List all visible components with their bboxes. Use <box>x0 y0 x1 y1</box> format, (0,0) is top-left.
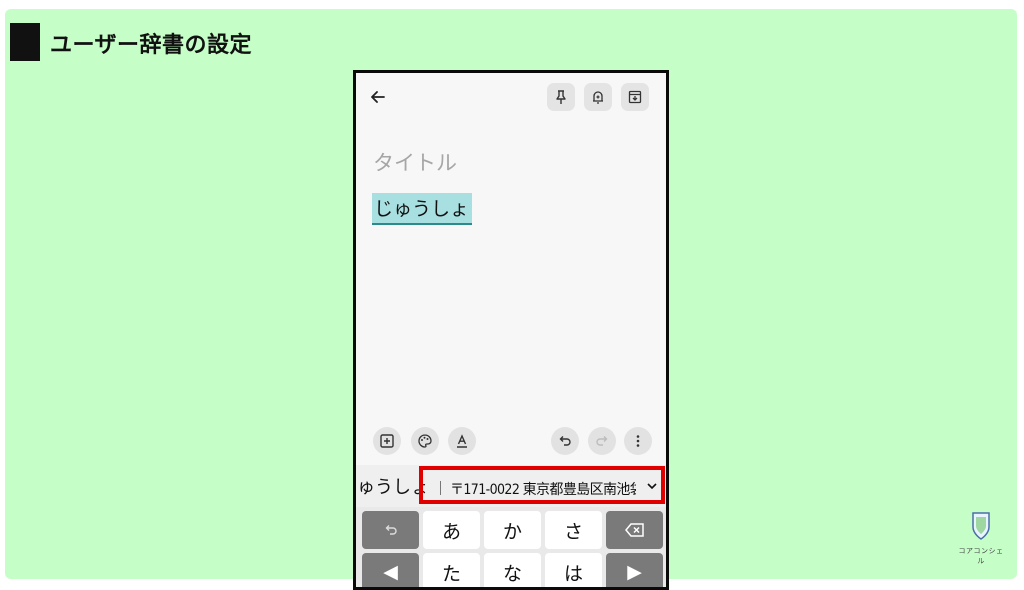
slide-title: ユーザー辞書の設定 <box>50 33 253 58</box>
key-sa[interactable]: さ <box>545 511 602 549</box>
keyboard-undo-key[interactable] <box>362 511 419 549</box>
backspace-key[interactable] <box>606 511 663 549</box>
highlighted-suggestion[interactable]: 〒171-0022 東京都豊島区南池袋1-21-5 1 <box>419 466 665 504</box>
more-button[interactable] <box>624 427 652 455</box>
add-button[interactable] <box>373 427 401 455</box>
chevron-down-icon[interactable] <box>645 476 659 496</box>
shield-logo-icon <box>972 512 990 540</box>
archive-button[interactable] <box>621 83 649 111</box>
undo-icon <box>559 436 571 446</box>
undo-icon <box>385 525 397 535</box>
phone-screen: タイトル じゅうしょ ゅうしょ 〒171-0022 東京都豊島区南池袋1-21-… <box>353 70 669 590</box>
text-format-icon <box>457 434 467 448</box>
archive-icon <box>628 90 642 104</box>
key-a[interactable]: あ <box>423 511 480 549</box>
add-box-icon <box>380 434 394 448</box>
bell-plus-icon <box>593 91 603 104</box>
cursor-left-key[interactable]: ◀ <box>362 553 419 587</box>
redo-button <box>588 427 616 455</box>
key-ha[interactable]: は <box>545 553 602 587</box>
redo-icon <box>596 436 608 446</box>
note-body-text[interactable]: じゅうしょ <box>372 193 473 225</box>
key-ta[interactable]: た <box>423 553 480 587</box>
text-format-button[interactable] <box>448 427 476 455</box>
key-na[interactable]: な <box>484 553 541 587</box>
brand-logo: コアコンシェル <box>957 510 1005 565</box>
undo-button[interactable] <box>551 427 579 455</box>
title-accent-bar <box>10 23 40 61</box>
reminder-button[interactable] <box>584 83 612 111</box>
arrow-left-icon[interactable] <box>368 87 388 107</box>
candidate-divider <box>440 481 441 495</box>
pin-icon <box>556 90 566 104</box>
key-ka[interactable]: か <box>484 511 541 549</box>
palette-button[interactable] <box>411 427 439 455</box>
note-title-placeholder[interactable]: タイトル <box>373 147 457 177</box>
address-suggestion[interactable]: 〒171-0022 東京都豊島区南池袋1-21-5 1 <box>450 479 636 499</box>
pin-button[interactable] <box>547 83 575 111</box>
ime-keyboard: あ か さ ◀ た な は ▶ <box>356 507 666 587</box>
backspace-icon <box>624 523 644 537</box>
cursor-right-key[interactable]: ▶ <box>606 553 663 587</box>
logo-text: コアコンシェル <box>958 547 1004 565</box>
more-vert-icon <box>636 435 640 447</box>
palette-icon <box>418 434 432 448</box>
